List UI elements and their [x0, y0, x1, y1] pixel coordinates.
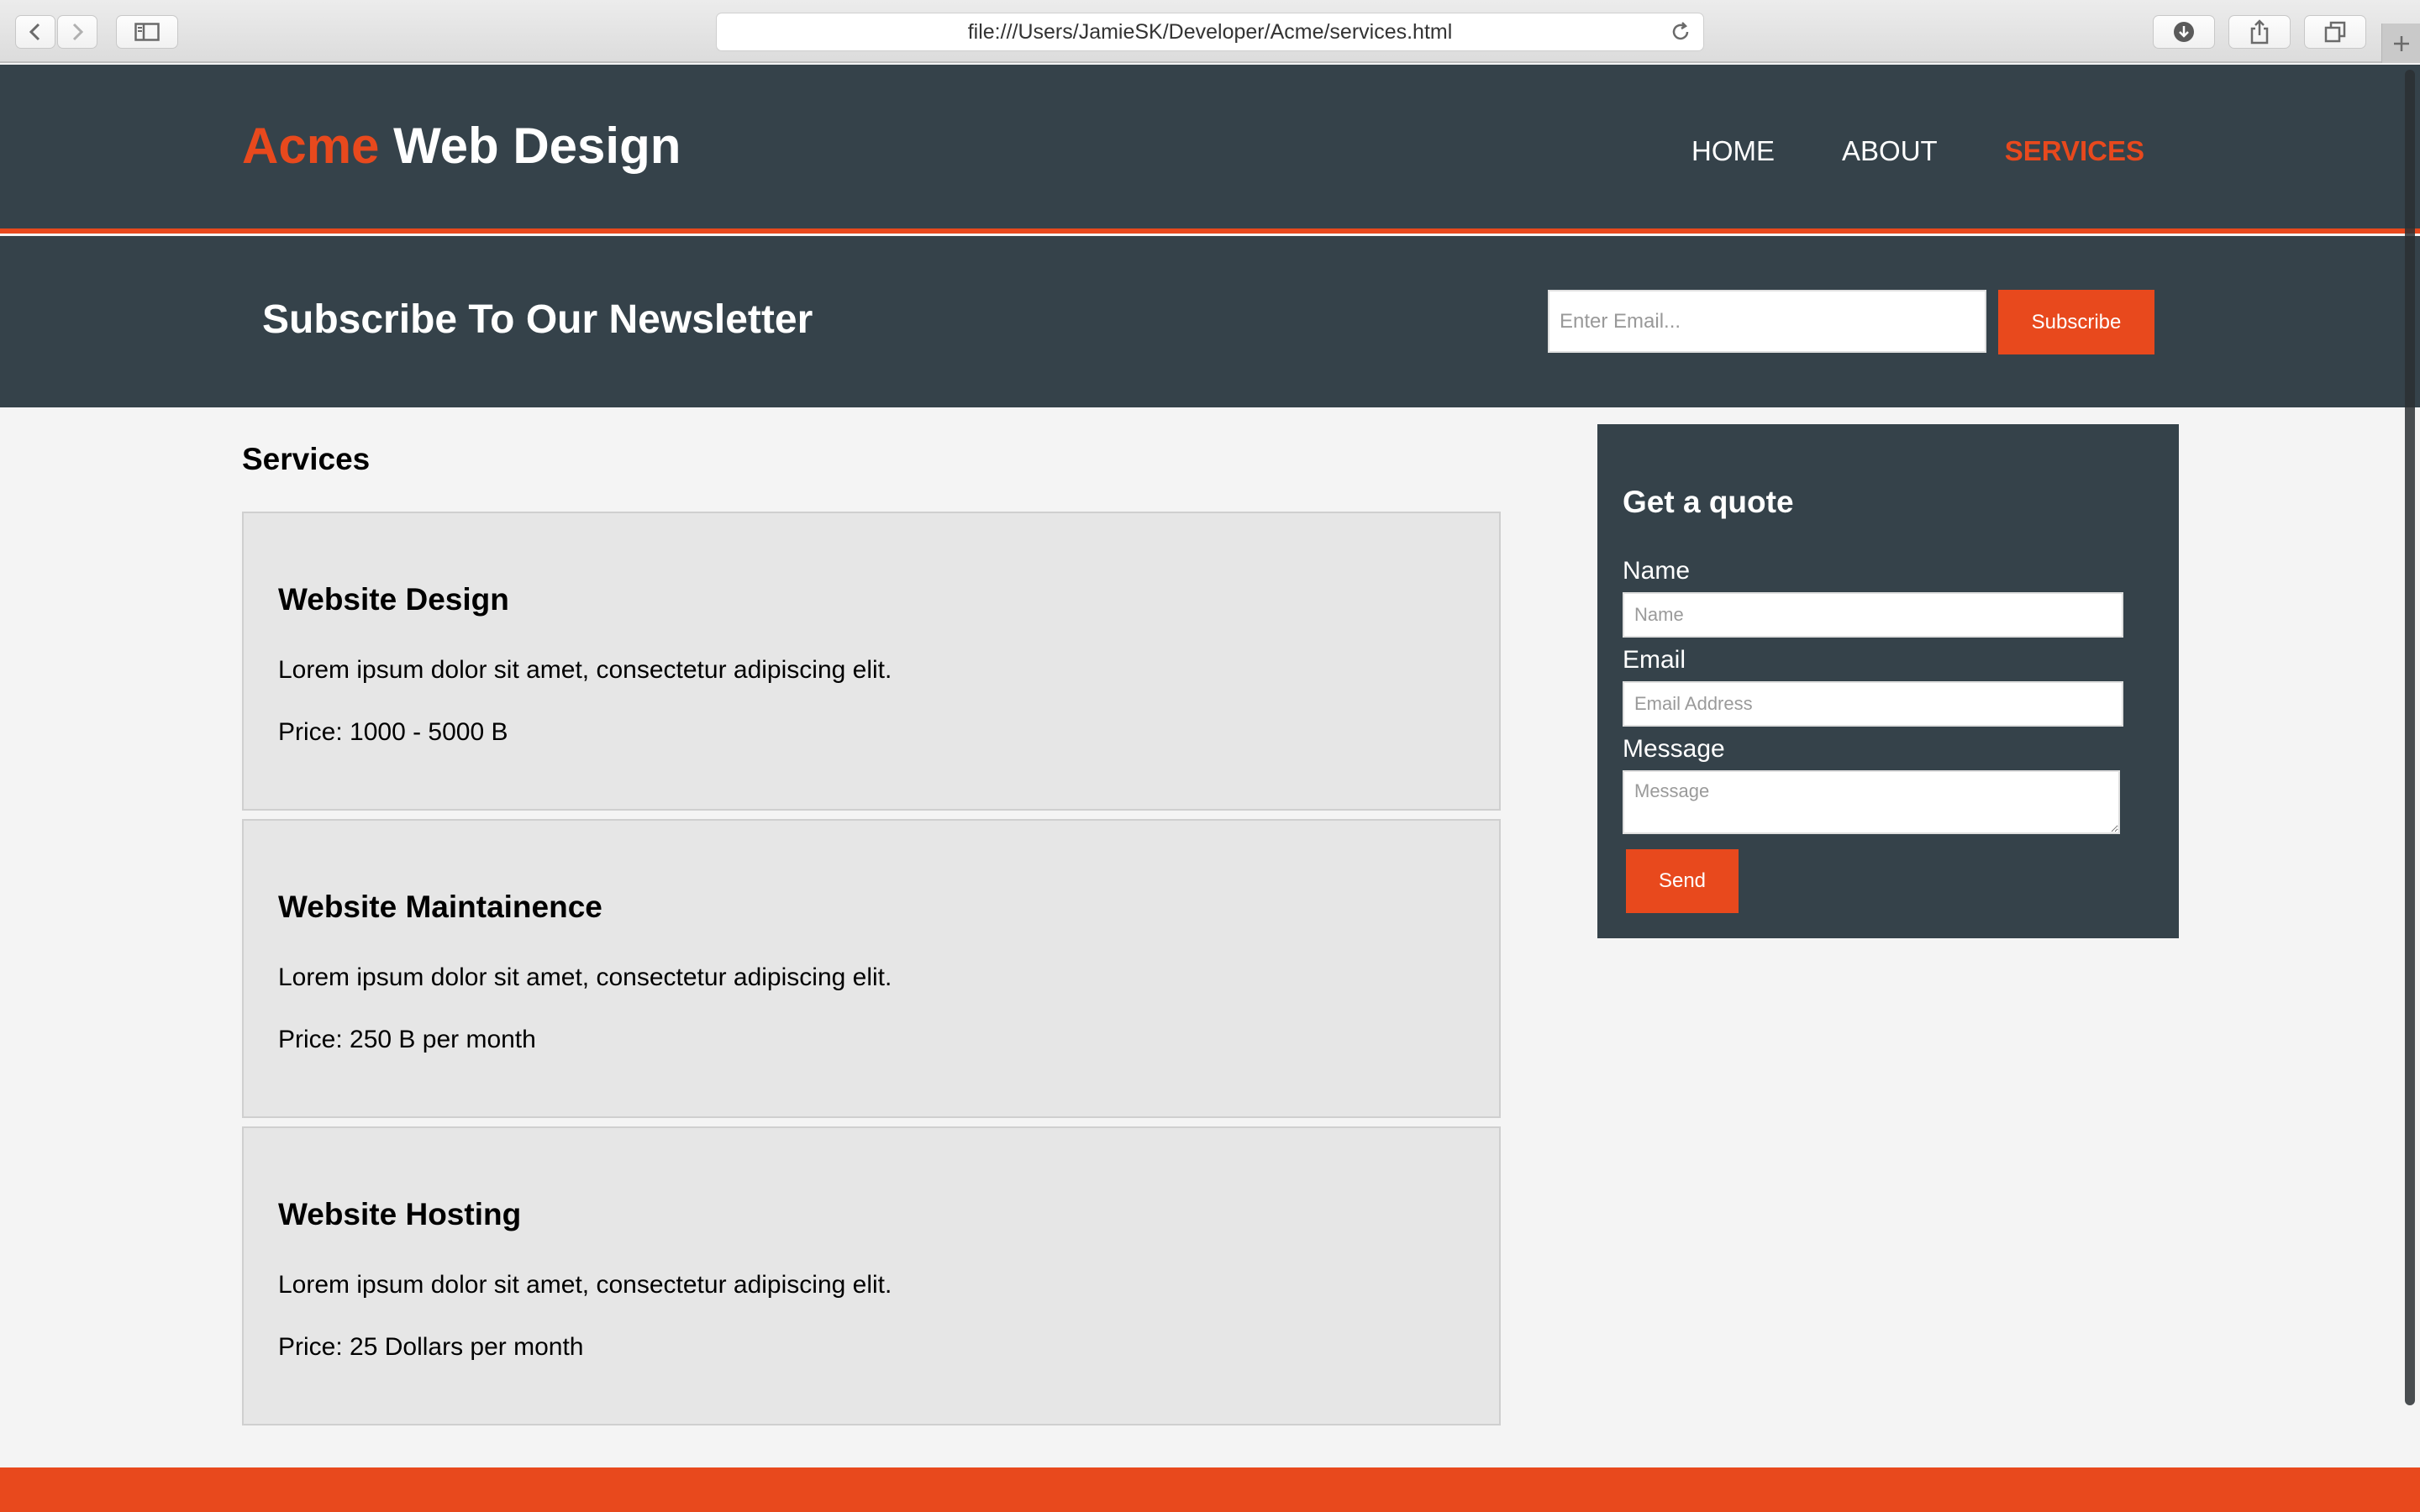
site-header: Acme Web Design HOME ABOUT SERVICES — [0, 65, 2420, 234]
url-text: file:///Users/JamieSK/Developer/Acme/ser… — [967, 19, 1453, 44]
quote-sidebar: Get a quote Name Email Message Send — [1597, 424, 2179, 938]
forward-icon — [72, 23, 84, 41]
service-price: Price: 1000 - 5000 B — [278, 718, 508, 746]
service-card: Website Maintainence Lorem ipsum dolor s… — [242, 819, 1501, 1118]
new-tab-button[interactable] — [2381, 24, 2420, 63]
page-title: Services — [242, 442, 371, 476]
forward-button[interactable] — [57, 15, 97, 49]
browser-toolbar: file:///Users/JamieSK/Developer/Acme/ser… — [0, 0, 2420, 63]
name-field[interactable] — [1623, 592, 2123, 638]
download-button[interactable] — [2153, 15, 2215, 49]
nav-home[interactable]: HOME — [1691, 137, 1775, 165]
sidebar-icon — [134, 23, 160, 41]
service-title: Website Maintainence — [278, 890, 602, 924]
service-title: Website Hosting — [278, 1197, 522, 1231]
email-label: Email — [1623, 646, 1686, 674]
brand-highlight: Acme — [242, 118, 380, 174]
message-field[interactable] — [1623, 770, 2120, 834]
email-field[interactable] — [1623, 681, 2123, 727]
back-button[interactable] — [15, 15, 55, 49]
download-icon — [2174, 22, 2194, 42]
newsletter-section: Subscribe To Our Newsletter Subscribe — [0, 236, 2420, 407]
address-bar[interactable]: file:///Users/JamieSK/Developer/Acme/ser… — [716, 13, 1704, 51]
service-card: Website Design Lorem ipsum dolor sit ame… — [242, 512, 1501, 811]
service-price: Price: 25 Dollars per month — [278, 1333, 584, 1361]
service-description: Lorem ipsum dolor sit amet, consectetur … — [278, 656, 892, 684]
name-label: Name — [1623, 557, 1691, 585]
send-button[interactable]: Send — [1626, 849, 1739, 913]
service-card: Website Hosting Lorem ipsum dolor sit am… — [242, 1126, 1501, 1425]
newsletter-title: Subscribe To Our Newsletter — [262, 297, 813, 342]
scrollbar-thumb[interactable] — [2405, 70, 2415, 1405]
nav-about[interactable]: ABOUT — [1842, 137, 1938, 165]
nav-services[interactable]: SERVICES — [2005, 137, 2144, 165]
tabs-button[interactable] — [2304, 15, 2366, 49]
reload-icon[interactable] — [1670, 21, 1691, 49]
site-footer — [0, 1467, 2420, 1512]
service-description: Lorem ipsum dolor sit amet, consectetur … — [278, 1271, 892, 1299]
message-label: Message — [1623, 735, 1725, 763]
share-icon — [2250, 19, 2269, 45]
newsletter-email-input[interactable] — [1548, 290, 1986, 353]
share-button[interactable] — [2228, 15, 2291, 49]
main-nav: HOME ABOUT SERVICES — [1624, 137, 2144, 165]
sidebar-button[interactable] — [116, 15, 178, 49]
back-icon — [29, 23, 40, 41]
quote-title: Get a quote — [1623, 485, 1794, 519]
service-description: Lorem ipsum dolor sit amet, consectetur … — [278, 963, 892, 991]
brand-rest: Web Design — [393, 118, 681, 174]
service-title: Website Design — [278, 582, 509, 617]
service-price: Price: 250 B per month — [278, 1026, 536, 1053]
new-tab-icon — [2393, 35, 2409, 51]
page: Acme Web Design HOME ABOUT SERVICES Subs… — [0, 65, 2420, 1512]
tabs-icon — [2324, 21, 2346, 43]
subscribe-button[interactable]: Subscribe — [1998, 290, 2154, 354]
branding: Acme Web Design — [242, 121, 681, 171]
